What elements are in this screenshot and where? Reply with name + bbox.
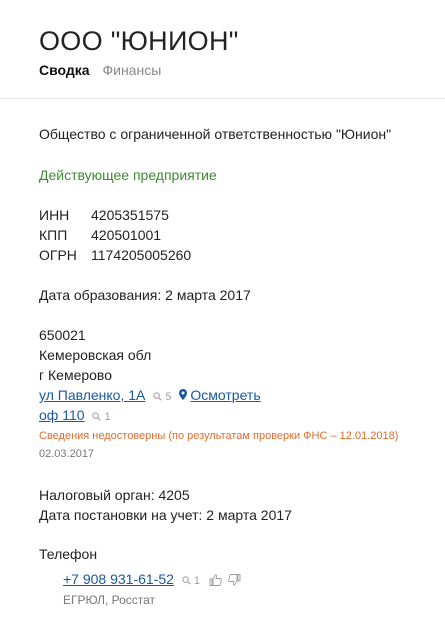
- office-link[interactable]: оф 110: [39, 407, 85, 423]
- ogrn-value: 1174205005260: [91, 247, 192, 263]
- phone-views: 1: [182, 575, 203, 587]
- page-header: ООО "ЮНИОН" Сводка Финансы: [0, 0, 445, 99]
- office-views: 1: [92, 411, 111, 423]
- inn-value: 4205351575: [91, 207, 169, 223]
- view-map-link[interactable]: Осмотреть: [190, 387, 260, 403]
- phone-link[interactable]: +7 908 931-61-52: [63, 571, 174, 587]
- thumbs-down-icon[interactable]: [228, 573, 241, 589]
- inn-label: ИНН: [39, 207, 70, 223]
- map-pin-icon: [178, 387, 191, 403]
- tax-authority: Налоговый орган: 4205: [39, 487, 190, 503]
- search-icon: [182, 576, 191, 585]
- tab-finance[interactable]: Финансы: [102, 62, 161, 78]
- kpp-value: 420501001: [91, 227, 162, 243]
- phone-source: ЕГРЮЛ, Росстат: [63, 593, 156, 607]
- address-date: 02.03.2017: [39, 448, 95, 460]
- phone-views-count: 1: [193, 575, 201, 587]
- postal-code: 650021: [39, 327, 86, 343]
- tax-registration-date: Дата постановки на учет: 2 марта 2017: [39, 507, 292, 523]
- phone-row: +7 908 931-61-52 1: [63, 571, 241, 589]
- street-views: 5: [153, 391, 174, 403]
- status-badge: Действующее предприятие: [39, 167, 217, 183]
- page-title: ООО "ЮНИОН": [39, 26, 239, 56]
- thumbs-up-icon[interactable]: [209, 573, 222, 589]
- search-icon: [92, 412, 102, 421]
- tab-summary[interactable]: Сводка: [39, 62, 90, 78]
- address-city: г Кемерово: [39, 367, 112, 383]
- formation-date: Дата образования: 2 марта 2017: [39, 287, 251, 303]
- street-link[interactable]: ул Павленко, 1А: [39, 387, 145, 403]
- street-views-count: 5: [165, 391, 172, 403]
- address-region: Кемеровская обл: [39, 347, 152, 363]
- address-office-row: оф 110 1: [39, 407, 111, 423]
- requisite-kpp: КПП 420501001: [39, 227, 161, 243]
- ogrn-label: ОГРН: [39, 247, 77, 263]
- kpp-label: КПП: [39, 227, 68, 243]
- address-street-row: ул Павленко, 1А 5 Осмотреть: [39, 387, 261, 403]
- office-views-count: 1: [104, 411, 111, 423]
- company-full-name: Общество с ограниченной ответственностью…: [39, 126, 392, 142]
- phone-heading: Телефон: [39, 546, 98, 562]
- search-icon: [153, 392, 163, 401]
- requisite-ogrn: ОГРН 1174205005260: [39, 247, 191, 263]
- address-warning: Сведения недостоверны (по результатам пр…: [39, 430, 399, 442]
- tab-bar: Сводка Финансы: [39, 62, 170, 78]
- requisite-inn: ИНН 4205351575: [39, 207, 169, 223]
